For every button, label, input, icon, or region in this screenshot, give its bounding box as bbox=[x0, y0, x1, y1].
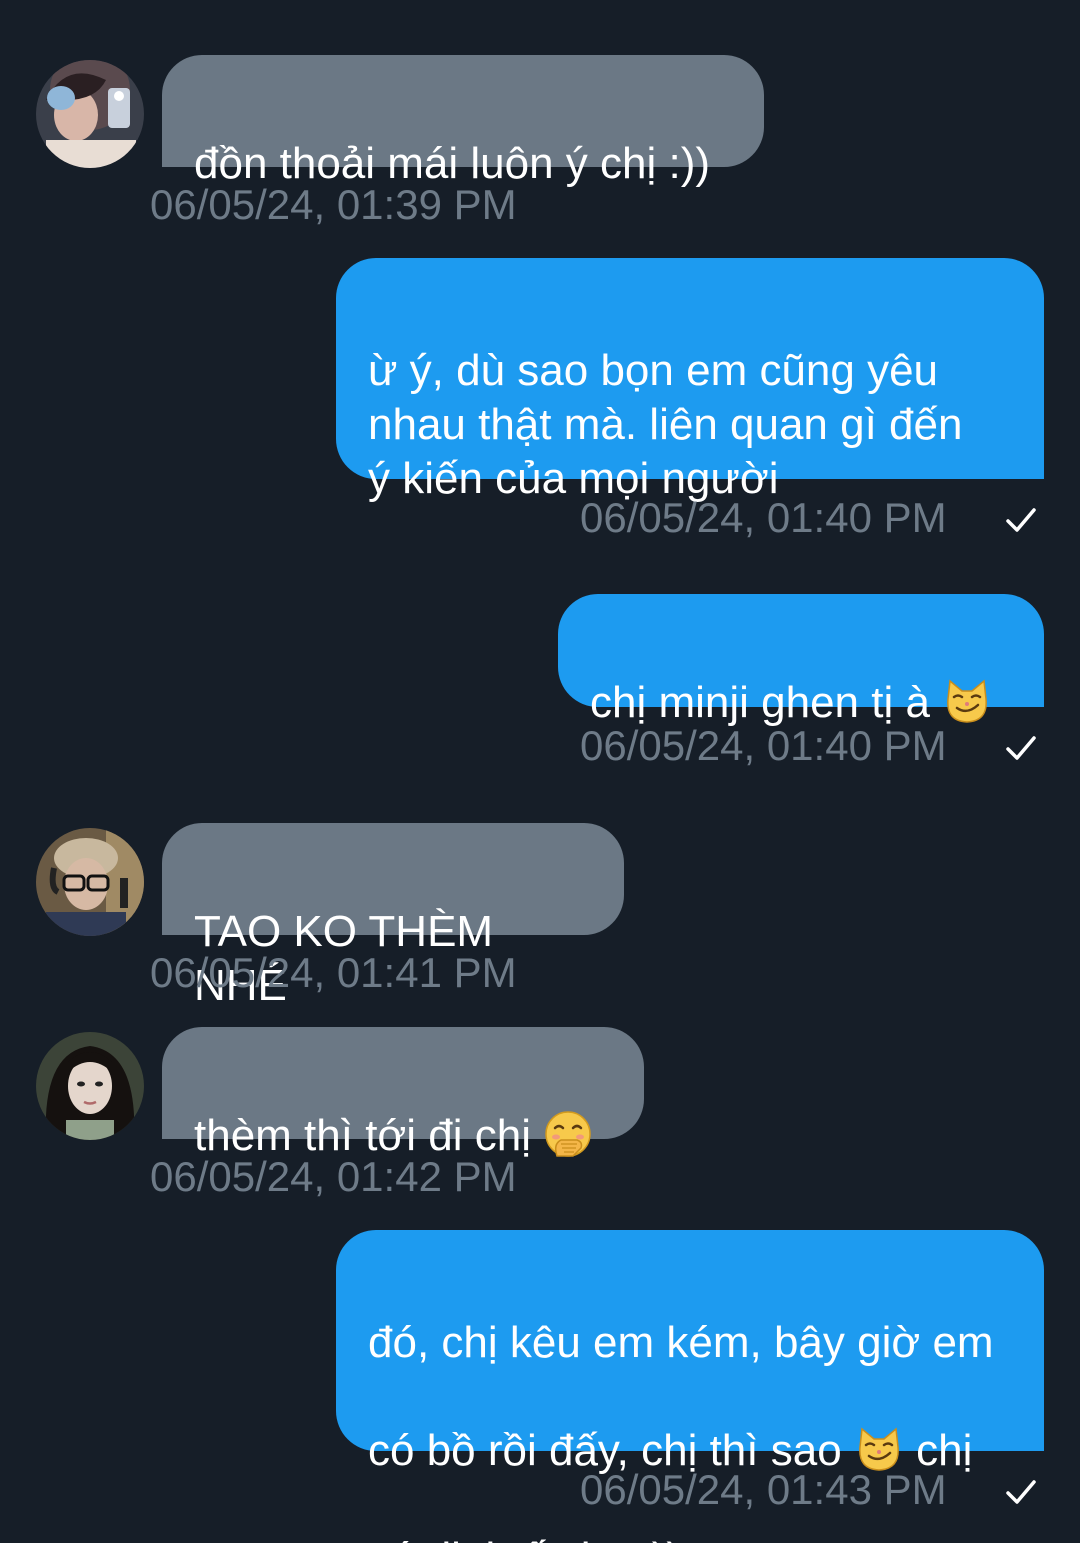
hand-over-mouth-emoji bbox=[545, 1111, 591, 1157]
message-timestamp: 06/05/24, 01:43 PM bbox=[580, 1466, 947, 1513]
smirking-cat-emoji bbox=[947, 679, 988, 723]
message-bubble-incoming[interactable]: đồn thoải mái luôn ý chị :)) bbox=[162, 55, 764, 188]
message-bubble-outgoing[interactable]: đó, chị kêu em kém, bây giờ em có bồ rồi… bbox=[336, 1230, 1044, 1543]
avatar[interactable] bbox=[36, 60, 144, 168]
sent-check-icon bbox=[1006, 508, 1036, 532]
message-bubble-incoming[interactable]: thèm thì tới đi chị bbox=[162, 1027, 644, 1160]
message-text: chị minji ghen tị à bbox=[590, 678, 943, 727]
avatar-photo-icon bbox=[36, 828, 144, 936]
message-timestamp: 06/05/24, 01:40 PM bbox=[580, 722, 947, 769]
avatar-photo-icon bbox=[36, 60, 144, 168]
message-timestamp: 06/05/24, 01:39 PM bbox=[150, 181, 517, 228]
message-timestamp: 06/05/24, 01:40 PM bbox=[580, 494, 947, 541]
avatar[interactable] bbox=[36, 1032, 144, 1140]
message-bubble-outgoing[interactable]: ừ ý, dù sao bọn em cũng yêu nhau thật mà… bbox=[336, 258, 1044, 503]
avatar-photo-icon bbox=[36, 1032, 144, 1140]
sent-check-icon bbox=[1006, 736, 1036, 760]
avatar[interactable] bbox=[36, 828, 144, 936]
message-timestamp: 06/05/24, 01:41 PM bbox=[150, 949, 517, 996]
message-timestamp: 06/05/24, 01:42 PM bbox=[150, 1153, 517, 1200]
message-text-line: đó, chị kêu em kém, bây giờ em bbox=[368, 1318, 994, 1367]
chat-conversation: đồn thoải mái luôn ý chị :)) 06/05/24, 0… bbox=[0, 0, 1080, 1543]
message-bubble-outgoing[interactable]: chị minji ghen tị à bbox=[558, 594, 1044, 727]
message-text-line: có định ấy ko :)) bbox=[368, 1532, 1014, 1543]
sent-check-icon bbox=[1006, 1480, 1036, 1504]
message-bubble-incoming[interactable]: TAO KO THÈM NHÉ bbox=[162, 823, 624, 1010]
message-text: ừ ý, dù sao bọn em cũng yêu nhau thật mà… bbox=[368, 346, 963, 503]
